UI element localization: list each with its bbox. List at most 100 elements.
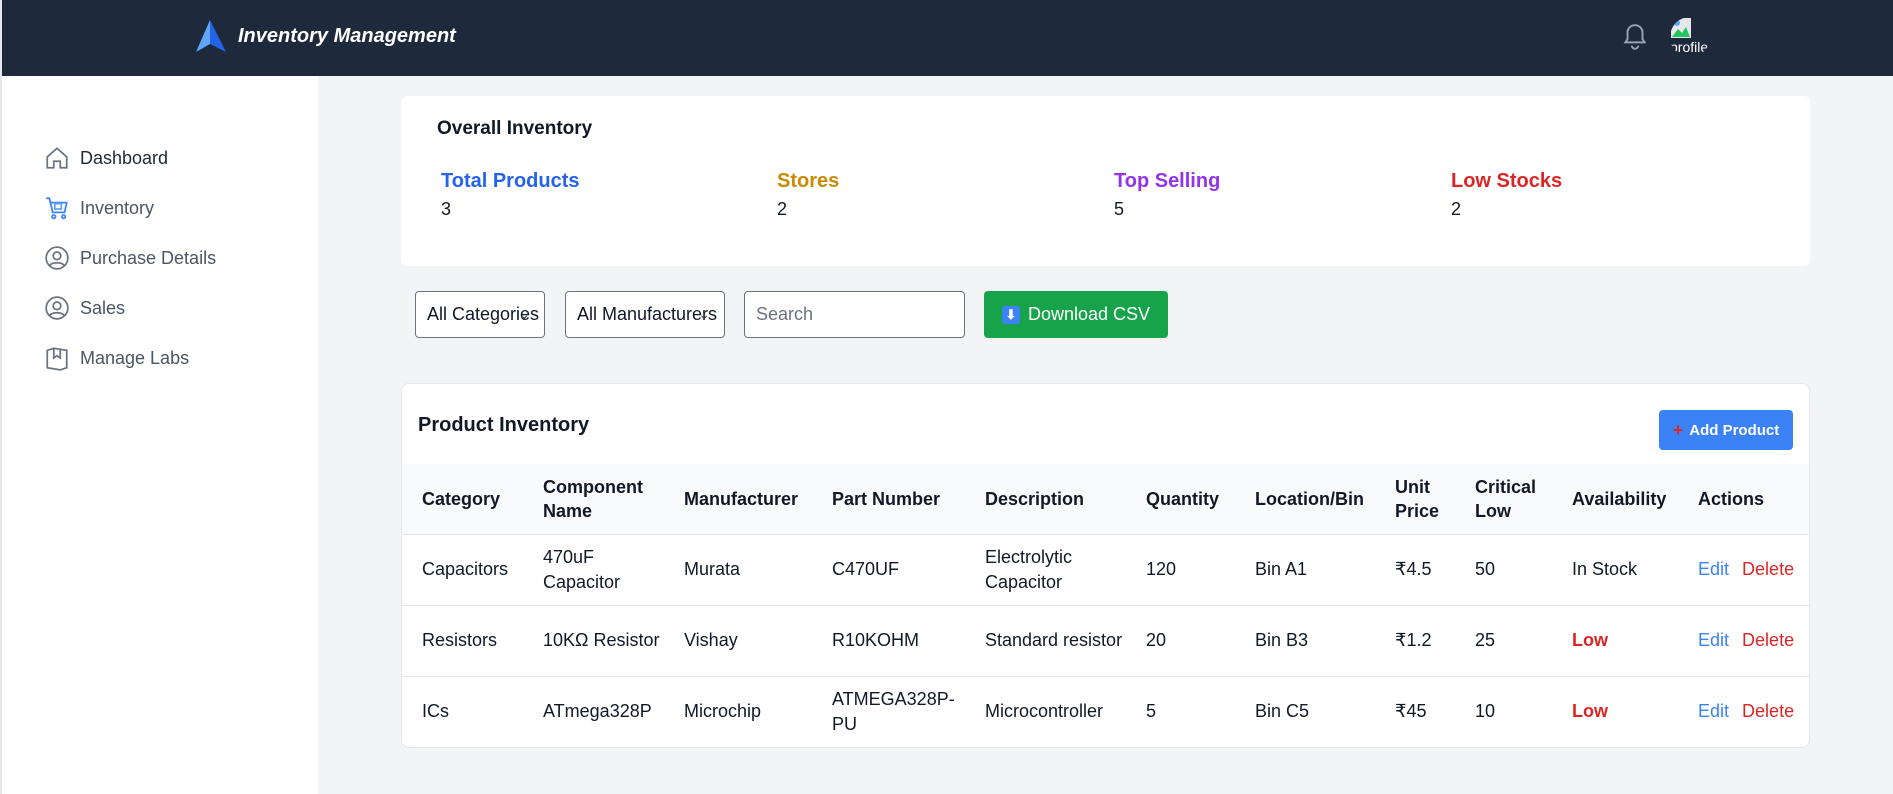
column-header[interactable]: Critical Low [1455, 464, 1552, 534]
download-csv-label: Download CSV [1027, 304, 1151, 324]
column-header[interactable]: Unit Price [1375, 464, 1455, 534]
column-header: Actions [1698, 488, 1765, 509]
sidebar-item-inventory[interactable]: Inventory [44, 195, 154, 221]
sidebar-item-label: Dashboard [80, 147, 169, 168]
column-header[interactable]: Component Name [523, 464, 664, 534]
brand[interactable]: Inventory Management [192, 20, 456, 52]
overall-inventory-card: Overall Inventory Total Products 3 Store… [401, 96, 1810, 266]
cell-part-number: C470UF [832, 559, 900, 579]
overall-inventory-title: Overall Inventory [437, 118, 593, 139]
cell-location: Bin A1 [1255, 559, 1308, 579]
cell-quantity: 120 [1146, 559, 1177, 579]
user-circle-icon [45, 246, 69, 270]
sidebar-item-sales[interactable]: Sales [44, 295, 125, 321]
download-icon: ⬇ [1001, 305, 1020, 324]
add-product-button[interactable]: + Add Product [1659, 410, 1793, 450]
cell-component-name: 10KΩ Resistor [543, 630, 660, 650]
sidebar-item-dashboard[interactable]: Dashboard [44, 145, 168, 171]
bell-icon[interactable] [1622, 22, 1648, 52]
download-csv-button[interactable]: ⬇ Download CSV [984, 291, 1168, 338]
manufacturer-select[interactable]: All Manufacturers ⌄ [565, 291, 725, 338]
edit-link[interactable]: Edit [1698, 559, 1729, 579]
cell-description: Electrolytic Capacitor [985, 546, 1073, 592]
edit-link[interactable]: Edit [1698, 630, 1729, 650]
stat-label: Top Selling [1114, 170, 1221, 192]
stat-value: 2 [1451, 199, 1462, 219]
table-header-row: Category Component Name Manufacturer Par… [402, 464, 1809, 534]
cell-availability: In Stock [1572, 559, 1638, 579]
cell-category: ICs [422, 701, 449, 722]
sidebar-item-label: Purchase Details [80, 247, 217, 268]
cell-unit-price: ₹45 [1395, 701, 1427, 722]
cell-quantity: 5 [1146, 701, 1157, 722]
column-header[interactable]: Description [965, 464, 1126, 534]
table-row: Resistors 10KΩ Resistor Vishay R10KOHM S… [402, 605, 1809, 676]
column-header[interactable]: Quantity [1126, 464, 1235, 534]
cell-critical-low: 50 [1475, 559, 1496, 579]
user-circle-icon [45, 296, 69, 320]
cell-category: Resistors [422, 630, 498, 650]
broken-image-icon [1671, 18, 1691, 38]
cell-manufacturer: Murata [684, 559, 741, 579]
stat-low-stocks: Low Stocks 2 [1451, 170, 1562, 220]
stat-value: 2 [777, 199, 788, 219]
category-select[interactable]: All Categories ⌄ [415, 291, 545, 338]
plus-icon: + [1672, 419, 1684, 440]
column-header[interactable]: Availability [1552, 464, 1678, 534]
stat-stores: Stores 2 [777, 170, 839, 220]
product-inventory-card: Product Inventory + Add Product Category… [401, 383, 1810, 748]
cell-critical-low: 10 [1475, 701, 1496, 722]
sidebar-item-purchase-details[interactable]: Purchase Details [44, 245, 216, 271]
product-table: Category Component Name Manufacturer Par… [402, 464, 1809, 747]
cell-description: Standard resistor [985, 630, 1123, 650]
stat-label: Stores [777, 170, 840, 192]
cell-critical-low: 25 [1475, 630, 1496, 650]
cell-location: Bin B3 [1255, 630, 1309, 650]
sidebar-item-manage-labs[interactable]: Manage Labs [44, 345, 189, 371]
cell-manufacturer: Microchip [684, 701, 762, 722]
edit-link[interactable]: Edit [1698, 701, 1729, 721]
cell-quantity: 20 [1146, 630, 1167, 650]
table-row: Capacitors 470uF Capacitor Murata C470UF… [402, 534, 1809, 605]
cell-unit-price: ₹1.2 [1395, 630, 1432, 650]
logo-icon [196, 20, 226, 52]
table-row: ICs ATmega328P Microchip ATMEGA328P-PU M… [402, 676, 1809, 747]
cell-category: Capacitors [422, 559, 509, 579]
cell-unit-price: ₹4.5 [1395, 559, 1432, 579]
stat-value: 5 [1114, 199, 1125, 219]
delete-link[interactable]: Delete [1742, 559, 1794, 579]
chevron-down-icon: ⌄ [518, 306, 530, 322]
app-title: Inventory Management [238, 24, 456, 47]
cell-actions: Edit Delete [1678, 605, 1809, 676]
cell-availability: Low [1572, 630, 1608, 650]
delete-link[interactable]: Delete [1742, 701, 1794, 721]
cell-component-name: 470uF Capacitor [543, 546, 621, 592]
stat-total-products: Total Products 3 [441, 170, 580, 220]
add-product-label: Add Product [1689, 421, 1780, 439]
cell-availability: Low [1572, 701, 1608, 722]
home-icon [46, 147, 68, 169]
stat-value: 3 [441, 199, 452, 219]
column-header[interactable]: Part Number [812, 464, 965, 534]
cell-location: Bin C5 [1255, 701, 1310, 722]
cell-manufacturer: Vishay [684, 630, 738, 650]
search-input[interactable] [744, 291, 965, 338]
cell-part-number: ATMEGA328P-PU [832, 688, 955, 734]
sidebar-item-label: Sales [80, 297, 126, 318]
column-header[interactable]: Manufacturer [664, 464, 812, 534]
cell-actions: Edit Delete [1678, 534, 1809, 605]
column-header[interactable]: Category [402, 464, 523, 534]
stat-label: Total Products [441, 170, 580, 192]
chevron-down-icon: ⌄ [698, 306, 710, 322]
stat-top-selling: Top Selling 5 [1114, 170, 1220, 220]
top-navbar: Inventory Management profile [0, 0, 1893, 76]
cell-actions: Edit Delete [1678, 676, 1809, 747]
sidebar: Dashboard Inventory Purchase Details Sal… [0, 76, 318, 794]
avatar[interactable]: profile [1670, 17, 1710, 57]
stat-label: Low Stocks [1451, 170, 1563, 192]
delete-link[interactable]: Delete [1742, 630, 1794, 650]
column-header[interactable]: Location/Bin [1235, 464, 1375, 534]
manufacturer-select-value: All Manufacturers [577, 304, 718, 324]
product-inventory-title: Product Inventory [418, 414, 590, 436]
cart-icon [46, 197, 68, 220]
